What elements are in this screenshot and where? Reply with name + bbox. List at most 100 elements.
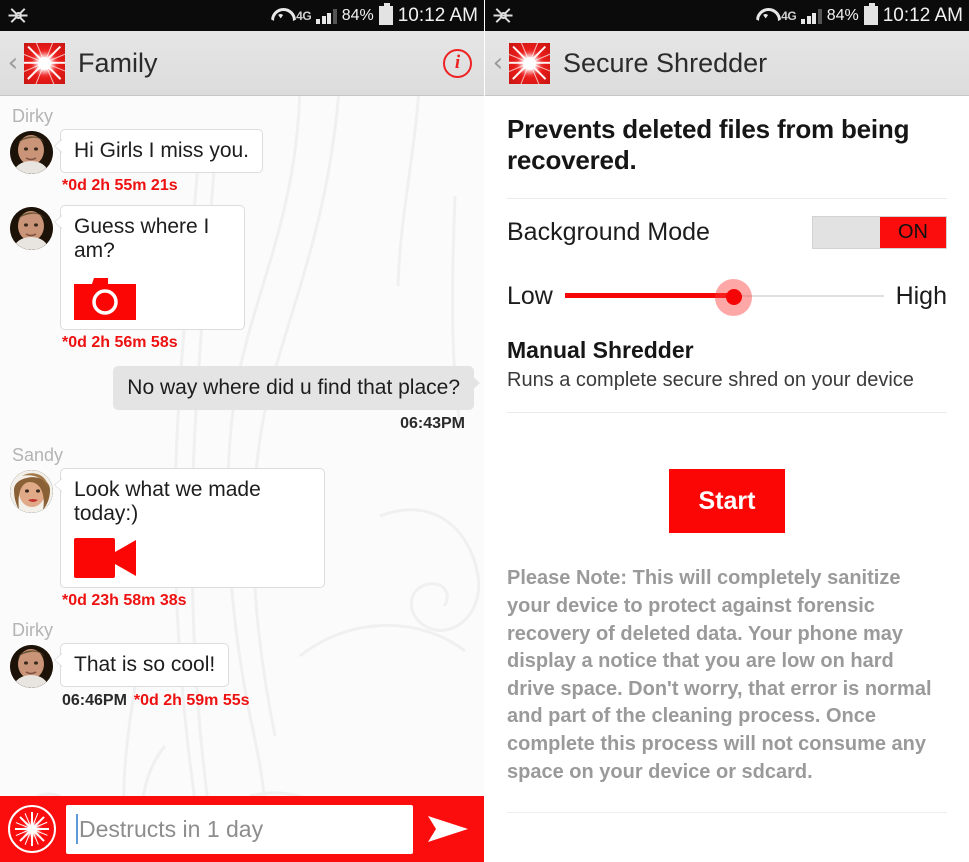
- wifi-icon: [270, 7, 291, 25]
- chat-messages-list: Dirky Hi Girls I miss you. *0d 2h 55m 21…: [0, 96, 484, 796]
- message-input-bar: Destructs in 1 day: [0, 796, 484, 862]
- battery-icon: [863, 3, 878, 25]
- message-ttl: *0d 2h 55m 21s: [62, 177, 178, 194]
- intensity-slider-row: Low High: [507, 265, 947, 327]
- wifi-icon: [755, 7, 776, 25]
- message-ttl: *0d 23h 58m 38s: [62, 592, 187, 609]
- app-header-left: ‹ Family i: [0, 31, 484, 96]
- chat-scroll-area[interactable]: Dirky Hi Girls I miss you. *0d 2h 55m 21…: [0, 96, 484, 796]
- background-mode-row: Background Mode ON: [507, 199, 947, 265]
- toggle-state-label: ON: [880, 216, 946, 248]
- info-icon[interactable]: i: [443, 48, 472, 78]
- message-bubble-sent[interactable]: No way where did u find that place?: [113, 366, 480, 410]
- network-type-label: 4G: [296, 8, 312, 23]
- start-button[interactable]: Start: [669, 469, 785, 534]
- message-timestamp: 06:43PM: [400, 415, 465, 432]
- message-row: That is so cool! 06:46PM *0d 2h 59m 55s: [10, 643, 474, 710]
- starburst-notification-icon: [8, 6, 28, 26]
- signal-bars-icon: [801, 8, 822, 24]
- message-meta-row: 06:46PM *0d 2h 59m 55s: [62, 692, 250, 710]
- network-type-label: 4G: [781, 8, 797, 23]
- status-notification-area: [493, 6, 513, 26]
- message-text: Guess where I am?: [74, 215, 210, 262]
- signal-bars-icon: [316, 8, 337, 24]
- status-clock: 10:12 AM: [397, 4, 478, 26]
- video-camera-icon[interactable]: [74, 538, 138, 578]
- app-logo-starburst-icon: [24, 42, 65, 84]
- message-ttl: *0d 2h 56m 58s: [62, 334, 178, 351]
- message-sender-name: Dirky: [12, 106, 53, 126]
- message-group-dirky-3: Dirky That is so cool! 06:46PM *0d 2h 59…: [10, 620, 474, 710]
- toggle-track-off: [813, 216, 880, 248]
- status-bar-right: 4G 84% 10:12 AM: [485, 0, 969, 31]
- slider-high-label: High: [895, 281, 947, 310]
- message-text: That is so cool!: [74, 653, 216, 676]
- manual-shredder-title: Manual Shredder: [507, 337, 694, 364]
- back-chevron-icon[interactable]: ‹: [4, 50, 22, 76]
- message-bubble[interactable]: Guess where I am?: [54, 205, 245, 330]
- starburst-button-icon[interactable]: [8, 805, 56, 853]
- battery-icon: [378, 3, 393, 25]
- timestamp-row: 06:43PM: [10, 415, 474, 433]
- page-title: Family: [78, 47, 158, 78]
- message-text: No way where did u find that place?: [127, 376, 460, 399]
- back-chevron-icon[interactable]: ‹: [489, 50, 507, 76]
- bubble-wrapper: Guess where I am? *0d 2h 56m 58s: [54, 205, 245, 352]
- message-row: Hi Girls I miss you. *0d 2h 55m 21s: [10, 129, 474, 195]
- message-row: Look what we made today:) *0d 23h 58m 38…: [10, 468, 474, 610]
- message-bubble[interactable]: That is so cool!: [53, 643, 230, 687]
- background-mode-label: Background Mode: [507, 217, 710, 246]
- message-group-outgoing: No way where did u find that place? 06:4…: [10, 366, 480, 433]
- avatar[interactable]: [10, 131, 53, 174]
- message-sender-name: Sandy: [12, 445, 64, 465]
- message-ttl: *0d 2h 59m 55s: [133, 692, 250, 709]
- status-bar-left: 4G 84% 10:12 AM: [0, 0, 484, 31]
- send-paper-plane-icon[interactable]: [423, 805, 473, 853]
- message-row-outgoing: No way where did u find that place?: [10, 366, 480, 410]
- slider-low-label: Low: [507, 281, 553, 310]
- message-text: Hi Girls I miss you.: [74, 139, 250, 162]
- message-sender-name: Dirky: [12, 620, 53, 640]
- please-note-text: Please Note: This will completely saniti…: [507, 567, 932, 783]
- message-input[interactable]: Destructs in 1 day: [66, 804, 413, 854]
- message-group-dirky-2: Guess where I am? *0d 2h 56m 58s: [10, 205, 474, 352]
- message-bubble[interactable]: Look what we made today:): [54, 468, 325, 588]
- bubble-wrapper: That is so cool! 06:46PM *0d 2h 59m 55s: [53, 643, 250, 710]
- bubble-wrapper: Look what we made today:) *0d 23h 58m 38…: [54, 468, 325, 610]
- battery-percent-label: 84%: [826, 6, 859, 24]
- page-title: Secure Shredder: [563, 47, 768, 78]
- battery-percent-label: 84%: [341, 6, 374, 24]
- divider: [507, 812, 947, 814]
- avatar[interactable]: [10, 470, 53, 513]
- starburst-notification-icon: [493, 6, 513, 26]
- status-notification-area: [8, 6, 28, 26]
- message-row: Guess where I am? *0d 2h 56m 58s: [10, 205, 474, 352]
- status-clock: 10:12 AM: [882, 4, 963, 26]
- message-group-dirky-1: Dirky Hi Girls I miss you. *0d 2h 55m 21…: [10, 106, 474, 195]
- message-timestamp: 06:46PM: [62, 692, 127, 709]
- message-text: Look what we made today:): [74, 478, 261, 525]
- left-screen-chat: 4G 84% 10:12 AM ‹ Family i Dirky Hi Girl…: [0, 0, 484, 862]
- message-group-sandy: Sandy Look what we made today:) *0d 23h …: [10, 445, 474, 610]
- background-mode-toggle[interactable]: ON: [812, 215, 947, 249]
- slider-fill: [564, 293, 734, 299]
- dual-screenshot-container: 4G 84% 10:12 AM ‹ Family i Dirky Hi Girl…: [0, 0, 969, 862]
- avatar[interactable]: [10, 207, 53, 250]
- right-screen-secure-shredder: 4G 84% 10:12 AM ‹ Secure Shredder Preven…: [484, 0, 969, 862]
- avatar[interactable]: [10, 645, 53, 688]
- start-button-container: Start: [507, 469, 947, 534]
- message-bubble[interactable]: Hi Girls I miss you.: [53, 129, 264, 173]
- divider: [507, 412, 947, 414]
- intensity-slider[interactable]: [564, 276, 884, 317]
- secure-shredder-panel: Prevents deleted files from being recove…: [485, 96, 969, 862]
- panel-heading: Prevents deleted files from being recove…: [507, 114, 910, 176]
- bubble-wrapper: Hi Girls I miss you. *0d 2h 55m 21s: [53, 129, 264, 195]
- app-header-right: ‹ Secure Shredder: [485, 31, 969, 96]
- message-input-placeholder: Destructs in 1 day: [79, 815, 264, 842]
- camera-icon[interactable]: [74, 275, 136, 320]
- status-system-area: 4G 84% 10:12 AM: [270, 3, 478, 27]
- text-caret: [76, 814, 78, 844]
- status-system-area: 4G 84% 10:12 AM: [755, 3, 963, 27]
- manual-shredder-subtitle: Runs a complete secure shred on your dev…: [507, 369, 914, 392]
- app-logo-starburst-icon: [509, 42, 550, 84]
